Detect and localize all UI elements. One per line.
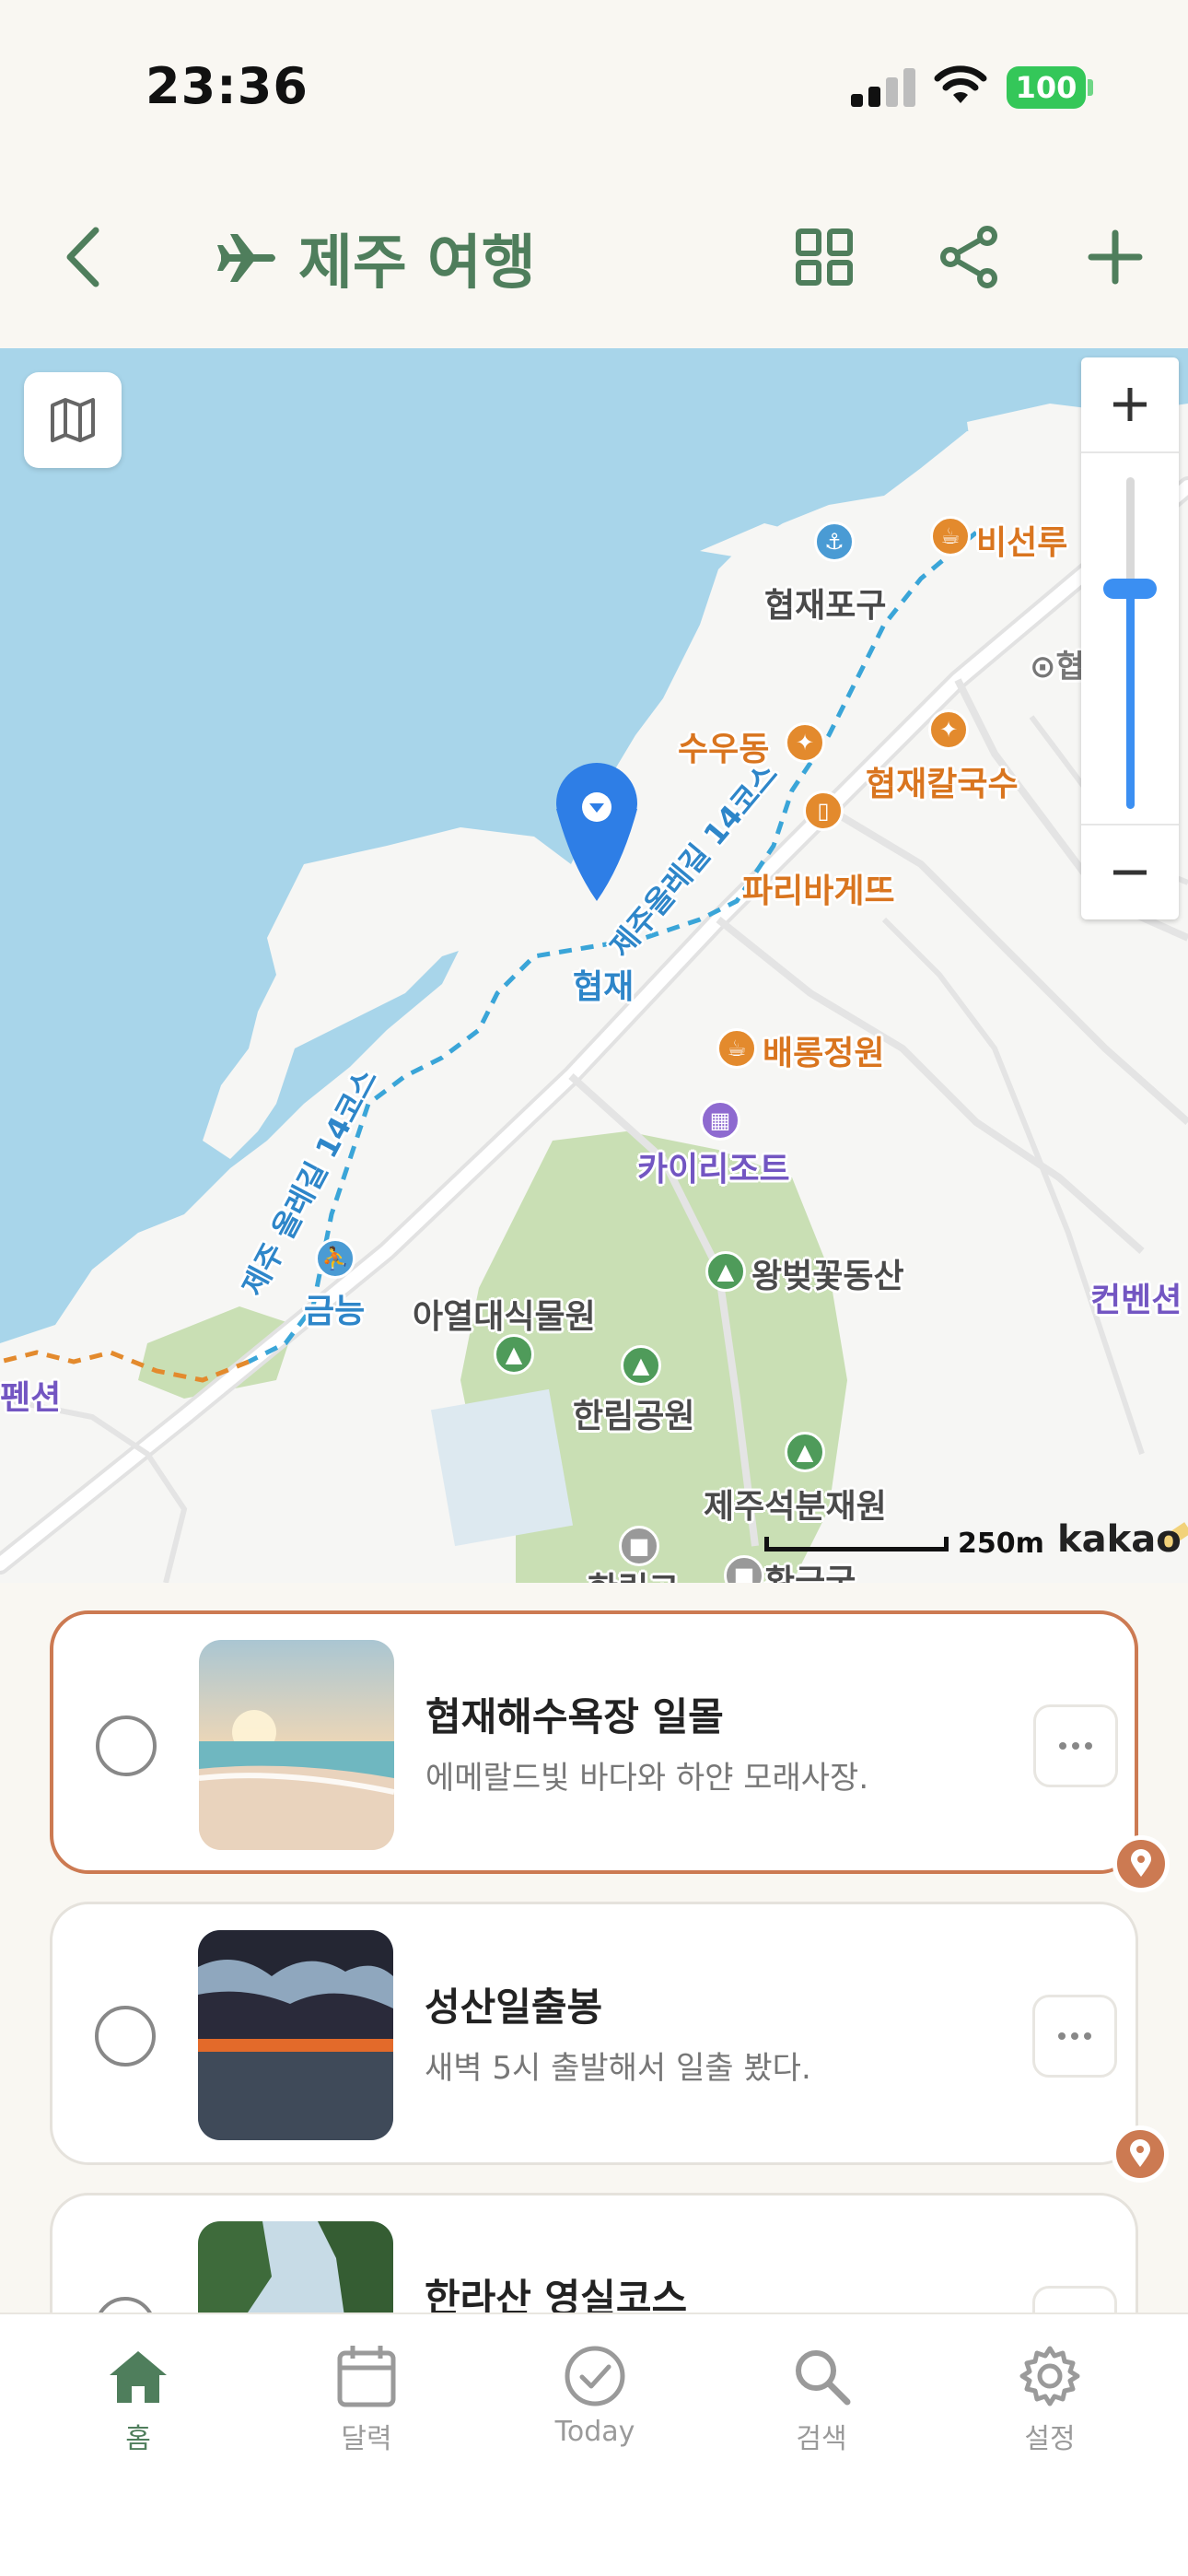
map-label: 금능 [304, 1293, 366, 1330]
grid-view-button[interactable] [783, 216, 866, 299]
cafe-poi-icon[interactable]: ☕ [930, 516, 971, 556]
place-title: 성산일출봉 [425, 1985, 603, 2030]
zoom-slider-track[interactable] [1126, 477, 1135, 809]
map-label: 협재포구 [764, 587, 887, 625]
minus-icon [1113, 870, 1147, 875]
tab-calendar[interactable]: 달력 [293, 2342, 440, 2471]
zoom-in-button[interactable] [1081, 357, 1179, 453]
zoom-control [1081, 357, 1179, 919]
trail-poi-icon[interactable]: ⛹ [315, 1238, 355, 1279]
map-icon [51, 398, 95, 442]
add-button[interactable] [1074, 216, 1157, 299]
map-label: 한림공원 [573, 1398, 695, 1435]
map-provider-logo: kakao [1057, 1518, 1182, 1561]
battery-tip [1088, 79, 1093, 96]
tab-bar: 홈 달력 Today 검색 설정 [0, 2313, 1188, 2576]
calendar-icon [332, 2342, 401, 2410]
more-options-button[interactable] [1032, 1995, 1117, 2078]
place-subtitle: 새벽 5시 출발해서 일출 봤다. [425, 2050, 811, 2087]
status-time: 23:36 [146, 57, 309, 115]
tab-label: 검색 [796, 2423, 847, 2455]
map-label: 한림고 [588, 1563, 679, 1583]
park-poi-icon[interactable]: ▲ [705, 1251, 746, 1292]
map-label: 펜션 [0, 1379, 62, 1417]
place-photo [199, 1640, 394, 1850]
bakery-poi-icon[interactable]: ▯ [803, 790, 844, 831]
airplane-icon [217, 234, 275, 282]
place-title: 협재해수욕장 일몰 [425, 1694, 724, 1739]
map-label: 협재칼국수 [866, 766, 1019, 803]
port-poi-icon[interactable]: ⚓ [814, 521, 855, 562]
tab-label: 홈 [125, 2423, 151, 2455]
tab-label: 설정 [1024, 2423, 1076, 2455]
header: 제주 여행 [0, 175, 1188, 350]
school-poi-icon[interactable]: ■ [619, 1526, 659, 1566]
park-poi-icon[interactable]: ▲ [621, 1345, 661, 1386]
plus-icon [1113, 388, 1147, 421]
map-label: 제주석분재원 [704, 1488, 887, 1526]
tab-label: 달력 [341, 2423, 392, 2455]
map-label: 아열대식물원 [413, 1298, 596, 1336]
page-title-text: 제주 여행 [298, 229, 536, 298]
location-pin-icon [1112, 2125, 1169, 2183]
back-button[interactable] [42, 216, 125, 299]
restaurant-poi-icon[interactable]: ✦ [928, 709, 969, 750]
scale-label: 250m [958, 1528, 1044, 1560]
zoom-slider-thumb[interactable] [1103, 579, 1157, 599]
home-icon [104, 2342, 172, 2410]
grid-icon [796, 228, 853, 286]
map-type-button[interactable] [24, 372, 122, 468]
page-title: 제주 여행 [217, 221, 536, 298]
chevron-left-icon [66, 227, 99, 287]
tab-label: Today [554, 2416, 635, 2448]
cellular-signal-icon [851, 66, 915, 107]
plus-icon [1088, 229, 1143, 285]
tab-settings[interactable]: 설정 [976, 2342, 1124, 2471]
tab-today[interactable]: Today [521, 2342, 669, 2471]
zoom-out-button[interactable] [1081, 824, 1179, 919]
battery-indicator: 100 [1007, 66, 1086, 109]
restaurant-poi-icon[interactable]: ✦ [785, 722, 825, 763]
map-view[interactable]: ⚓ ☕ ✦ ✦ ▯ ☕ ▦ ▲ ▲ ▲ ▲ ⛹ ■ ■ 협재포구 비선루 ⊙협재… [0, 348, 1188, 1583]
map-label: 협재 [573, 968, 635, 1006]
place-subtitle: 에메랄드빛 바다와 하얀 모래사장. [425, 1760, 869, 1797]
place-card[interactable]: 협재해수욕장 일몰 에메랄드빛 바다와 하얀 모래사장. [50, 1610, 1170, 1892]
wifi-icon [932, 63, 989, 107]
map-label: 환금궁 [764, 1563, 856, 1583]
share-button[interactable] [928, 216, 1011, 299]
map-label: 배롱정원 [763, 1035, 885, 1072]
map-label: 카이리조트 [637, 1151, 790, 1188]
more-options-button[interactable] [1033, 1704, 1118, 1787]
check-circle-icon [561, 2342, 629, 2410]
scale-bar [764, 1537, 949, 1551]
status-bar: 23:36 100 [0, 0, 1188, 175]
tab-search[interactable]: 검색 [748, 2342, 895, 2471]
search-icon [787, 2342, 856, 2410]
map-label: 파리바게뜨 [742, 872, 895, 910]
map-label: 비선루 [976, 524, 1068, 562]
location-pin-icon [1112, 1835, 1170, 1892]
zoom-slider-fill [1126, 588, 1135, 809]
gear-icon [1016, 2342, 1084, 2410]
place-card[interactable]: 성산일출봉 새벽 5시 출발해서 일출 봤다. [50, 1902, 1169, 2183]
cafe-poi-icon[interactable]: ☕ [716, 1028, 757, 1069]
map-label: 컨벤션 [1090, 1282, 1182, 1319]
complete-checkbox[interactable] [96, 1715, 157, 1776]
map-label: 왕벚꽃동산 [751, 1258, 904, 1295]
tab-home[interactable]: 홈 [64, 2342, 212, 2471]
place-photo [198, 1930, 393, 2140]
complete-checkbox[interactable] [95, 2006, 156, 2067]
resort-poi-icon[interactable]: ▦ [700, 1100, 740, 1141]
share-icon [940, 226, 997, 288]
park-poi-icon[interactable]: ▲ [785, 1432, 825, 1472]
park-poi-icon[interactable]: ▲ [494, 1334, 534, 1375]
